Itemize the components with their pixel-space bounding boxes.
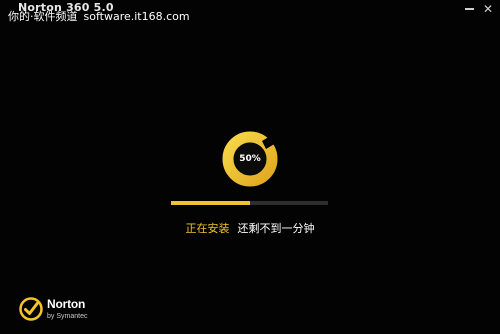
progress-bar [171,201,328,205]
status-line: 正在安装 还剩不到一分钟 [0,220,500,236]
title-bar[interactable]: Norton 360 5.0 你的·软件频道 software.it168.com… [0,0,500,24]
progress-ring: 50% [220,129,280,189]
watermark-site: software.it168.com [83,10,190,23]
brand-subtitle: by Symantec [47,313,88,320]
norton-logo: Norton by Symantec [19,297,109,327]
close-icon: ✕ [482,2,494,16]
minimize-icon [464,8,474,10]
progress-percent-label: 50% [239,154,261,164]
progress-bar-fill [171,201,250,205]
watermark-text: 你的·软件频道 [8,10,78,23]
brand-name: Norton [47,297,86,311]
install-status-text: 正在安装 [185,222,230,235]
minimize-button[interactable] [460,0,478,18]
time-remaining-text: 还剩不到一分钟 [237,222,315,235]
watermark: 你的·软件频道 software.it168.com [8,8,190,24]
close-button[interactable]: ✕ [479,0,497,18]
norton-check-logo-icon [19,297,43,321]
installer-window: Norton 360 5.0 你的·软件频道 software.it168.com… [0,0,500,334]
